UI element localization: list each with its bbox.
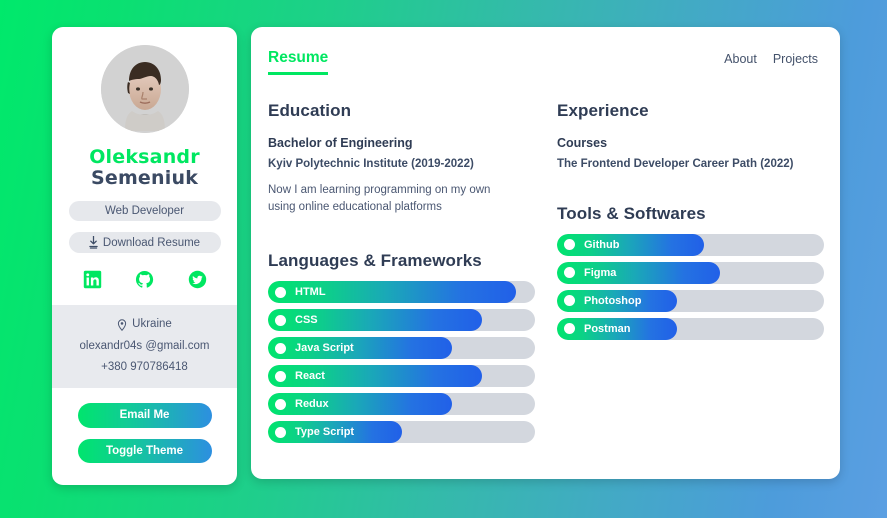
- skill-fill-redux: Redux: [268, 393, 453, 416]
- skill-fill-css: CSS: [268, 309, 482, 332]
- skill-label-typescript: Type Script: [295, 426, 355, 439]
- skill-row-github[interactable]: Github: [557, 233, 824, 256]
- avatar: [100, 45, 189, 133]
- social-links: [69, 270, 221, 289]
- skill-fill-typescript: Type Script: [268, 421, 402, 444]
- skill-dot-icon: [564, 323, 575, 335]
- download-resume-button[interactable]: Download Resume: [68, 232, 221, 254]
- tools-skill-list: Github Figma Photoshop Postman: [557, 233, 824, 340]
- profile-first-name: Oleksandr: [89, 146, 200, 168]
- skill-dot-icon: [275, 314, 286, 326]
- education-note: Now I am learning programming on my own …: [268, 183, 491, 214]
- experience-course: The Frontend Developer Career Path (2022…: [557, 157, 794, 170]
- toggle-theme-label: Toggle Theme: [105, 444, 184, 457]
- social-link-linkedin[interactable]: [83, 270, 102, 289]
- contact-phone[interactable]: +380 970786418: [58, 357, 231, 378]
- skill-row-css[interactable]: CSS: [268, 309, 535, 332]
- education-degree: Bachelor of Engineering: [268, 135, 413, 150]
- skill-label-photoshop: Photoshop: [584, 294, 642, 307]
- profile-sidebar-card: Oleksandr Semeniuk Web Developer Downloa…: [52, 27, 237, 485]
- toggle-theme-button[interactable]: Toggle Theme: [77, 438, 212, 464]
- skill-dot-icon: [564, 267, 575, 279]
- tools-heading: Tools & Softwares: [557, 203, 706, 223]
- languages-skill-list: HTML CSS Java Script React Redux Type Sc…: [268, 281, 535, 444]
- profile-last-name: Semeniuk: [90, 167, 199, 190]
- skill-label-redux: Redux: [295, 398, 329, 411]
- download-icon: [89, 236, 98, 249]
- skill-fill-javascript: Java Script: [268, 337, 453, 360]
- download-resume-label: Download Resume: [102, 236, 201, 249]
- skill-fill-html: HTML: [268, 281, 517, 304]
- column-left: Education Bachelor of Engineering Kyiv P…: [268, 100, 535, 444]
- skill-row-figma[interactable]: Figma: [557, 261, 824, 284]
- resume-columns: Education Bachelor of Engineering Kyiv P…: [267, 100, 824, 444]
- skill-row-typescript[interactable]: Type Script: [268, 421, 535, 444]
- resume-main-card: Resume About Projects Education Bachelor…: [251, 27, 840, 479]
- skill-row-javascript[interactable]: Java Script: [268, 337, 535, 360]
- skill-label-figma: Figma: [584, 266, 617, 279]
- skill-label-html: HTML: [295, 286, 326, 299]
- skill-dot-icon: [275, 286, 286, 298]
- skill-dot-icon: [275, 426, 286, 438]
- skill-row-react[interactable]: React: [268, 365, 535, 388]
- column-right: Experience Courses The Frontend Develope…: [557, 100, 824, 444]
- profile-name: Oleksandr Semeniuk: [89, 146, 200, 190]
- linkedin-icon: [83, 271, 101, 289]
- contact-email[interactable]: olexandr04s @gmail.com: [58, 336, 231, 357]
- skill-dot-icon: [564, 295, 575, 307]
- contact-location: Ukraine: [132, 318, 172, 331]
- tab-resume[interactable]: Resume: [268, 49, 329, 75]
- role-badge: Web Developer: [68, 200, 221, 222]
- skill-label-javascript: Java Script: [295, 342, 354, 355]
- skill-label-github: Github: [584, 238, 620, 251]
- skill-label-css: CSS: [295, 314, 318, 327]
- skill-dot-icon: [275, 370, 286, 382]
- skill-label-postman: Postman: [584, 322, 631, 335]
- skill-dot-icon: [275, 398, 286, 410]
- skill-fill-react: React: [268, 365, 482, 388]
- skill-fill-figma: Figma: [557, 261, 720, 284]
- skill-fill-postman: Postman: [557, 317, 678, 340]
- experience-subtitle: Courses: [557, 135, 608, 150]
- skill-dot-icon: [275, 342, 286, 354]
- education-heading: Education: [268, 100, 352, 120]
- languages-heading: Languages & Frameworks: [268, 251, 482, 271]
- nav-link-projects[interactable]: Projects: [773, 52, 818, 66]
- skill-row-postman[interactable]: Postman: [557, 317, 824, 340]
- skill-row-redux[interactable]: Redux: [268, 393, 535, 416]
- skill-fill-github: Github: [557, 233, 704, 256]
- contact-location-row: Ukraine: [58, 314, 231, 335]
- nav-link-about[interactable]: About: [724, 52, 757, 66]
- email-me-label: Email Me: [119, 409, 170, 422]
- social-link-twitter[interactable]: [188, 270, 207, 289]
- nav-links: About Projects: [724, 49, 818, 66]
- twitter-icon: [188, 271, 206, 289]
- page-root: Oleksandr Semeniuk Web Developer Downloa…: [0, 0, 887, 518]
- top-navigation: Resume About Projects: [267, 49, 818, 75]
- skill-dot-icon: [564, 239, 575, 251]
- skill-fill-photoshop: Photoshop: [557, 289, 678, 312]
- education-school: Kyiv Polytechnic Institute (2019-2022): [268, 157, 474, 170]
- role-badge-label: Web Developer: [104, 204, 185, 217]
- email-me-button[interactable]: Email Me: [77, 403, 212, 428]
- social-link-github[interactable]: [135, 270, 154, 289]
- avatar-photo-icon: [100, 45, 189, 133]
- location-pin-icon: [118, 319, 127, 331]
- github-icon: [135, 271, 154, 288]
- skill-label-react: React: [295, 370, 325, 383]
- experience-heading: Experience: [557, 100, 649, 120]
- skill-row-html[interactable]: HTML: [268, 281, 535, 304]
- contact-info: Ukraine olexandr04s @gmail.com +380 9707…: [52, 305, 237, 389]
- skill-row-photoshop[interactable]: Photoshop: [557, 289, 824, 312]
